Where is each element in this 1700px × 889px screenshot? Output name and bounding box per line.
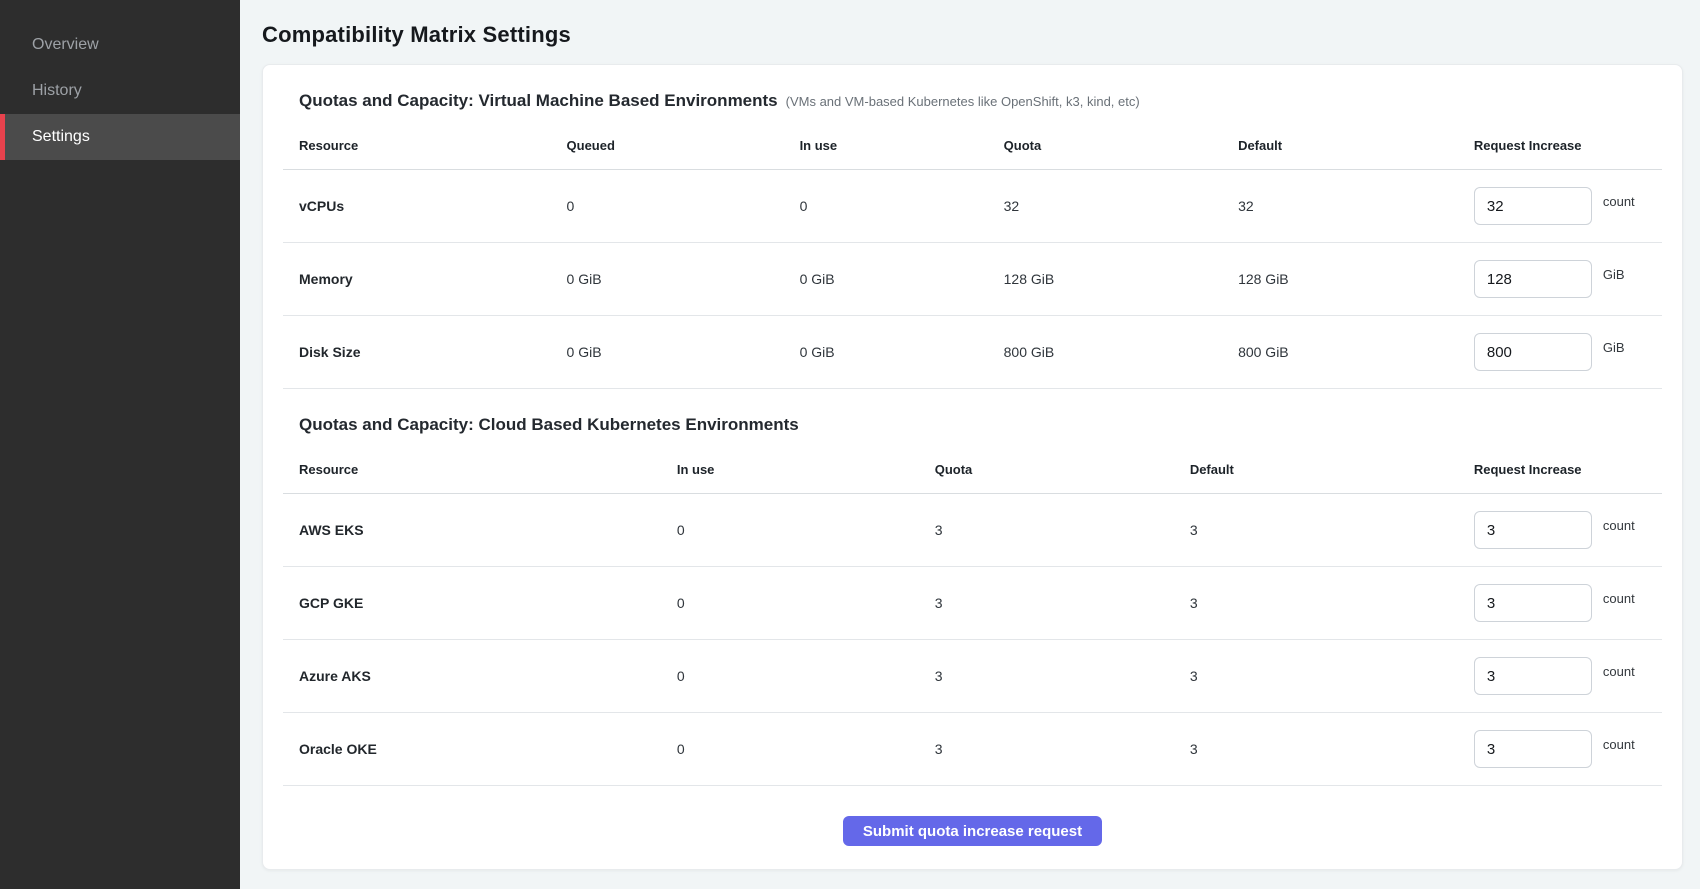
queued-value: 0 GiB bbox=[551, 243, 784, 316]
cloud-k8s-quota-table: Resource In use Quota Default Request In… bbox=[283, 447, 1662, 786]
section-subtitle-vm: (VMs and VM-based Kubernetes like OpenSh… bbox=[786, 94, 1140, 109]
table-row-azure-aks: Azure AKS 0 3 3 count bbox=[283, 640, 1662, 713]
unit-label: count bbox=[1603, 591, 1635, 606]
unit-label: count bbox=[1603, 518, 1635, 533]
resource-name: GCP GKE bbox=[283, 567, 661, 640]
default-value: 800 GiB bbox=[1222, 316, 1458, 389]
sidebar-item-history[interactable]: History bbox=[0, 68, 240, 114]
default-value: 3 bbox=[1174, 713, 1458, 786]
resource-name: Azure AKS bbox=[283, 640, 661, 713]
gcp-gke-increase-input[interactable] bbox=[1474, 584, 1592, 622]
col-header-in-use: In use bbox=[784, 123, 988, 170]
sidebar-item-overview[interactable]: Overview bbox=[0, 22, 240, 68]
table-row-gcp-gke: GCP GKE 0 3 3 count bbox=[283, 567, 1662, 640]
quota-value: 3 bbox=[919, 494, 1174, 567]
default-value: 32 bbox=[1222, 170, 1458, 243]
quota-value: 800 GiB bbox=[988, 316, 1222, 389]
col-header-resource: Resource bbox=[283, 447, 661, 494]
resource-name: AWS EKS bbox=[283, 494, 661, 567]
in-use-value: 0 bbox=[661, 640, 919, 713]
sidebar-item-settings[interactable]: Settings bbox=[0, 114, 240, 160]
aws-eks-increase-input[interactable] bbox=[1474, 511, 1592, 549]
settings-card: Quotas and Capacity: Virtual Machine Bas… bbox=[262, 64, 1683, 870]
main-content: Compatibility Matrix Settings Quotas and… bbox=[240, 0, 1700, 889]
table-row-memory: Memory 0 GiB 0 GiB 128 GiB 128 GiB GiB bbox=[283, 243, 1662, 316]
section-heading-vm: Quotas and Capacity: Virtual Machine Bas… bbox=[283, 91, 1662, 111]
quota-value: 3 bbox=[919, 640, 1174, 713]
unit-label: count bbox=[1603, 737, 1635, 752]
in-use-value: 0 bbox=[661, 567, 919, 640]
col-header-default: Default bbox=[1222, 123, 1458, 170]
azure-aks-increase-input[interactable] bbox=[1474, 657, 1592, 695]
quota-value: 32 bbox=[988, 170, 1222, 243]
section-vm-environments: Quotas and Capacity: Virtual Machine Bas… bbox=[283, 91, 1662, 389]
table-row-vcpus: vCPUs 0 0 32 32 count bbox=[283, 170, 1662, 243]
unit-label: count bbox=[1603, 194, 1635, 209]
quota-value: 3 bbox=[919, 713, 1174, 786]
table-row-aws-eks: AWS EKS 0 3 3 count bbox=[283, 494, 1662, 567]
default-value: 128 GiB bbox=[1222, 243, 1458, 316]
col-header-resource: Resource bbox=[283, 123, 551, 170]
col-header-request-increase: Request Increase bbox=[1458, 447, 1662, 494]
vm-table-header-row: Resource Queued In use Quota Default Req… bbox=[283, 123, 1662, 170]
quota-value: 128 GiB bbox=[988, 243, 1222, 316]
vm-quota-table: Resource Queued In use Quota Default Req… bbox=[283, 123, 1662, 389]
section-heading-cloud-k8s: Quotas and Capacity: Cloud Based Kuberne… bbox=[283, 415, 1662, 435]
app-window: Overview History Settings Compatibility … bbox=[0, 0, 1700, 889]
col-header-queued: Queued bbox=[551, 123, 784, 170]
quota-value: 3 bbox=[919, 567, 1174, 640]
in-use-value: 0 GiB bbox=[784, 243, 988, 316]
section-heading-vm-text: Quotas and Capacity: Virtual Machine Bas… bbox=[299, 91, 778, 110]
cloud-table-header-row: Resource In use Quota Default Request In… bbox=[283, 447, 1662, 494]
resource-name: vCPUs bbox=[283, 170, 551, 243]
in-use-value: 0 bbox=[661, 713, 919, 786]
vcpus-increase-input[interactable] bbox=[1474, 187, 1592, 225]
unit-label: GiB bbox=[1603, 340, 1625, 355]
default-value: 3 bbox=[1174, 640, 1458, 713]
queued-value: 0 bbox=[551, 170, 784, 243]
table-row-disk-size: Disk Size 0 GiB 0 GiB 800 GiB 800 GiB Gi… bbox=[283, 316, 1662, 389]
col-header-request-increase: Request Increase bbox=[1458, 123, 1662, 170]
in-use-value: 0 bbox=[784, 170, 988, 243]
section-cloud-k8s-environments: Quotas and Capacity: Cloud Based Kuberne… bbox=[283, 415, 1662, 786]
oracle-oke-increase-input[interactable] bbox=[1474, 730, 1592, 768]
page-title: Compatibility Matrix Settings bbox=[262, 22, 1683, 48]
resource-name: Memory bbox=[283, 243, 551, 316]
memory-increase-input[interactable] bbox=[1474, 260, 1592, 298]
default-value: 3 bbox=[1174, 494, 1458, 567]
unit-label: count bbox=[1603, 664, 1635, 679]
sidebar: Overview History Settings bbox=[0, 0, 240, 889]
default-value: 3 bbox=[1174, 567, 1458, 640]
queued-value: 0 GiB bbox=[551, 316, 784, 389]
resource-name: Disk Size bbox=[283, 316, 551, 389]
col-header-quota: Quota bbox=[919, 447, 1174, 494]
disk-size-increase-input[interactable] bbox=[1474, 333, 1592, 371]
submit-quota-increase-button[interactable]: Submit quota increase request bbox=[843, 816, 1102, 846]
in-use-value: 0 GiB bbox=[784, 316, 988, 389]
unit-label: GiB bbox=[1603, 267, 1625, 282]
resource-name: Oracle OKE bbox=[283, 713, 661, 786]
col-header-default: Default bbox=[1174, 447, 1458, 494]
col-header-quota: Quota bbox=[988, 123, 1222, 170]
table-row-oracle-oke: Oracle OKE 0 3 3 count bbox=[283, 713, 1662, 786]
col-header-in-use: In use bbox=[661, 447, 919, 494]
card-footer: Submit quota increase request bbox=[283, 816, 1662, 850]
in-use-value: 0 bbox=[661, 494, 919, 567]
